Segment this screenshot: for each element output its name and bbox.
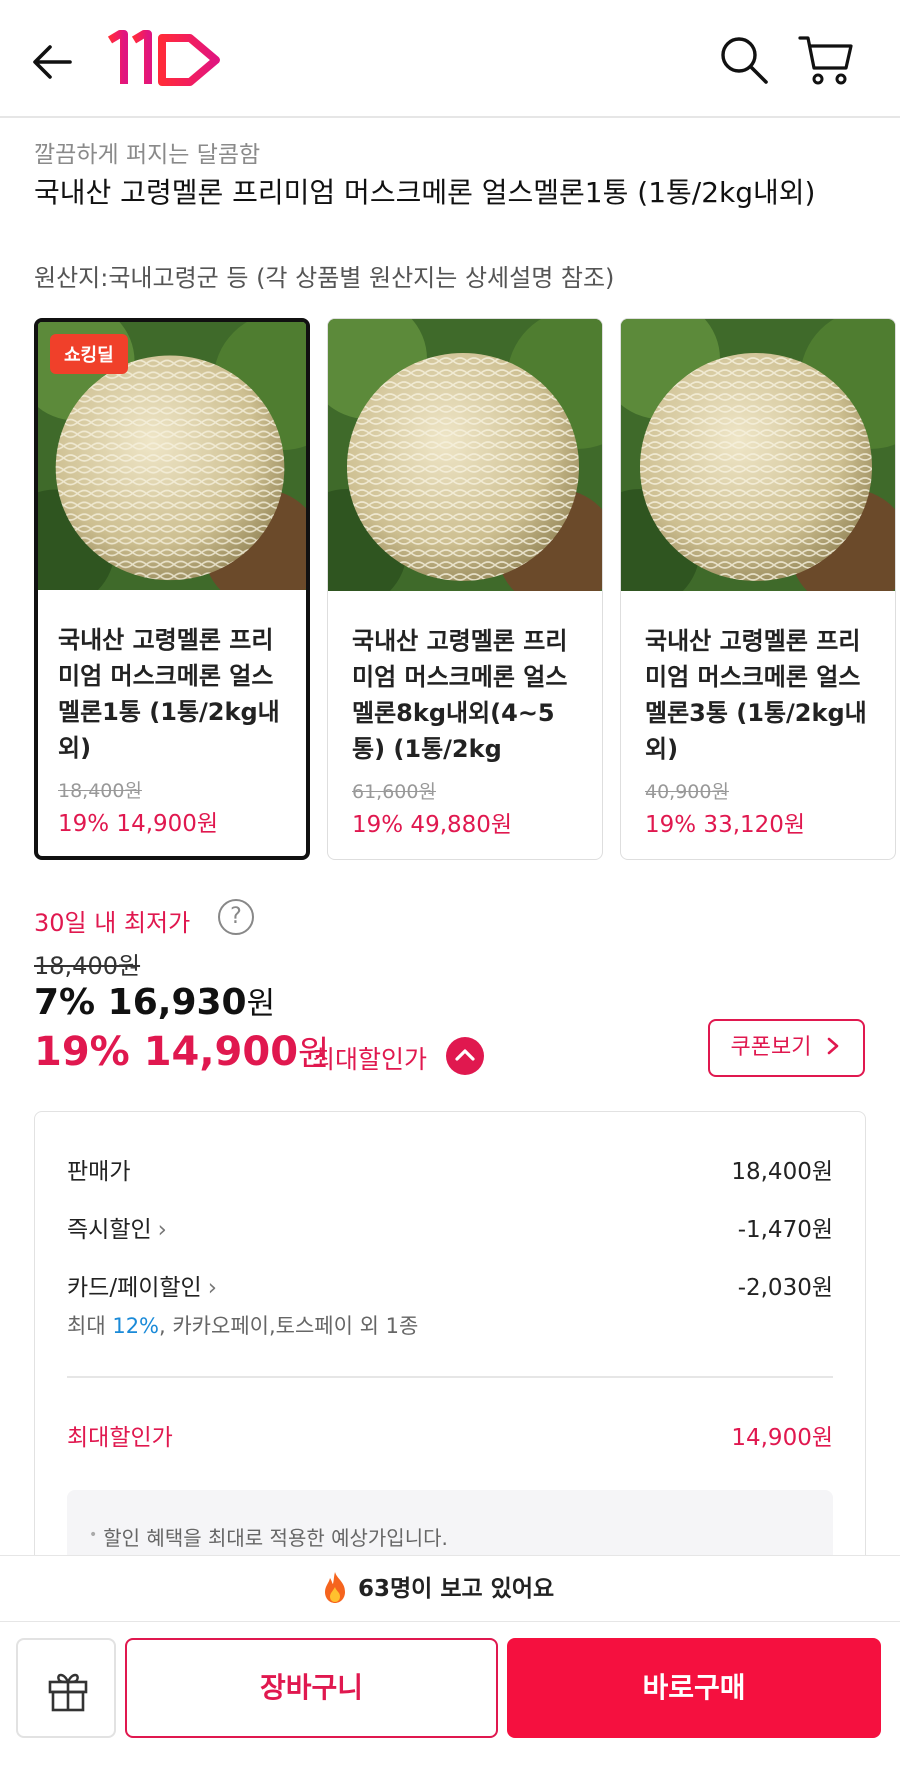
search-button[interactable] bbox=[714, 30, 774, 90]
row-label-group: 카드/페이할인 › bbox=[67, 1268, 217, 1302]
note-suffix: , 카카오페이,토스페이 외 1종 bbox=[159, 1314, 419, 1338]
best-price: 19% 14,900원 bbox=[34, 1026, 329, 1075]
divider bbox=[67, 1376, 833, 1378]
option-card[interactable]: 국내산 고령멜론 프리미엄 머스크메론 얼스멜론8kg내외(4~5통) (1통/… bbox=[327, 318, 603, 860]
back-button[interactable] bbox=[26, 34, 82, 90]
melon-image bbox=[328, 319, 602, 591]
row-value: -2,030원 bbox=[737, 1275, 833, 1301]
option-sale-price: 19% 49,880원 bbox=[352, 812, 513, 838]
cart-icon bbox=[798, 36, 853, 85]
note-highlight: 12% bbox=[112, 1314, 160, 1338]
chevron-right-icon: › bbox=[157, 1217, 167, 1243]
best-percent: 19% bbox=[34, 1029, 130, 1075]
sale-percent: 7% bbox=[34, 982, 96, 1023]
row-label-group: 즉시할인 › bbox=[67, 1210, 167, 1244]
row-label: 최대할인가 bbox=[67, 1425, 173, 1451]
gift-button[interactable] bbox=[16, 1638, 116, 1738]
bottom-action-bar: 장바구니 바로구매 bbox=[0, 1622, 900, 1772]
currency-unit: 원 bbox=[246, 986, 276, 1022]
fire-icon bbox=[325, 1571, 345, 1603]
option-carousel[interactable]: 쇼킹딜 국내산 고령멜론 프리미엄 머스크메론 얼스멜론1통 (1통/2kg내외… bbox=[34, 318, 900, 862]
row-value: -1,470원 bbox=[737, 1217, 833, 1243]
coupon-label: 쿠폰보기 bbox=[730, 1035, 812, 1060]
option-original-price: 40,900원 bbox=[645, 781, 729, 803]
best-price-label: 최대할인가 bbox=[312, 1045, 428, 1074]
buy-now-button[interactable]: 바로구매 bbox=[507, 1638, 881, 1738]
chevron-right-icon: › bbox=[207, 1275, 217, 1301]
help-icon[interactable]: ? bbox=[218, 899, 254, 935]
viewers-count: 63명이 보고 있어요 bbox=[320, 1556, 554, 1623]
gift-icon bbox=[48, 1673, 88, 1712]
product-origin: 원산지:국내고령군 등 (각 상품별 원산지는 상세설명 참조) bbox=[34, 264, 615, 292]
search-icon bbox=[721, 37, 768, 84]
viewers-text: 63명이 보고 있어요 bbox=[358, 1576, 555, 1602]
option-name: 국내산 고령멜론 프리미엄 머스크메론 얼스멜론1통 (1통/2kg내외) bbox=[58, 626, 280, 762]
row-value: 18,400원 bbox=[731, 1159, 833, 1185]
melon-image bbox=[621, 319, 895, 591]
shocking-deal-badge: 쇼킹딜 bbox=[50, 334, 128, 374]
app-header bbox=[0, 0, 900, 118]
option-card[interactable]: 쇼킹딜 국내산 고령멜론 프리미엄 머스크메론 얼스멜론1통 (1통/2kg내외… bbox=[34, 318, 310, 860]
product-title: 국내산 고령멜론 프리미엄 머스크메론 얼스멜론1통 (1통/2kg내외) bbox=[34, 176, 816, 209]
option-name: 국내산 고령멜론 프리미엄 머스크메론 얼스멜론8kg내외(4~5통) (1통/… bbox=[352, 627, 568, 763]
bullet-icon: • bbox=[89, 1527, 98, 1543]
logo[interactable] bbox=[106, 30, 226, 90]
lowest-price-label: 30일 내 최저가 bbox=[34, 909, 191, 937]
product-subtitle: 깔끔하게 퍼지는 달콤함 bbox=[34, 142, 261, 168]
view-coupon-button[interactable]: 쿠폰보기 bbox=[708, 1019, 865, 1077]
notice-text: • 할인 혜택을 최대로 적용한 예상가입니다. bbox=[89, 1522, 448, 1551]
discount-breakdown: 판매가 18,400원 즉시할인 › -1,470원 카드/페이할인 › -2,03… bbox=[34, 1111, 866, 1581]
chevron-right-icon bbox=[828, 1037, 839, 1055]
add-to-cart-button[interactable]: 장바구니 bbox=[125, 1638, 498, 1738]
row-label: 판매가 bbox=[67, 1159, 131, 1185]
option-original-price: 18,400원 bbox=[58, 780, 142, 802]
cart-button[interactable] bbox=[796, 30, 856, 90]
card-discount-note: 최대 12%, 카카오페이,토스페이 외 1종 bbox=[67, 1310, 418, 1340]
row-label: 즉시할인 bbox=[67, 1217, 152, 1243]
option-name: 국내산 고령멜론 프리미엄 머스크메론 얼스멜론3통 (1통/2kg내외) bbox=[645, 627, 867, 763]
option-sale-price: 19% 14,900원 bbox=[58, 811, 219, 837]
arrow-left-icon bbox=[33, 45, 72, 79]
note-prefix: 최대 bbox=[67, 1314, 113, 1338]
option-sale-price: 19% 33,120원 bbox=[645, 812, 806, 838]
melon-image: 쇼킹딜 bbox=[38, 322, 306, 590]
option-card[interactable]: 국내산 고령멜론 프리미엄 머스크메론 얼스멜론3통 (1통/2kg내외) 40… bbox=[620, 318, 896, 860]
row-value: 14,900원 bbox=[731, 1425, 833, 1451]
best-amount: 14,900 bbox=[143, 1029, 299, 1075]
sale-amount: 16,930 bbox=[107, 982, 247, 1023]
notice-label: 할인 혜택을 최대로 적용한 예상가입니다. bbox=[103, 1526, 448, 1550]
viewers-bar: 63명이 보고 있어요 bbox=[0, 1555, 900, 1622]
row-label: 카드/페이할인 bbox=[67, 1275, 202, 1301]
sale-price: 7% 16,930원 bbox=[34, 978, 275, 1023]
chevron-up-icon[interactable] bbox=[446, 1037, 484, 1075]
option-original-price: 61,600원 bbox=[352, 781, 436, 803]
original-price: 18,400원 bbox=[34, 952, 141, 980]
